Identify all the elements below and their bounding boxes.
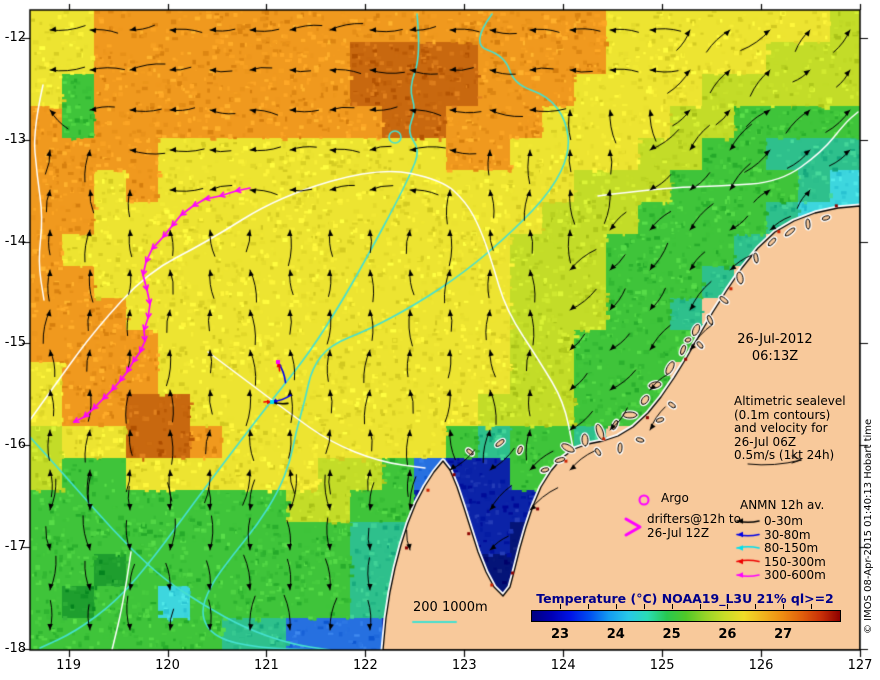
lon-tick-label: 120 — [155, 658, 180, 673]
credit-text: © IMOS 08-Apr-2015 01:40:13 Hobart time — [863, 418, 874, 634]
colorbar-tick-label: 26 — [718, 627, 737, 642]
colorbar — [531, 610, 841, 622]
colorbar-tick-label: 24 — [606, 627, 625, 642]
colorbar-minor-tick — [671, 604, 673, 609]
lon-tick-label: 127 — [847, 658, 873, 673]
lon-tick-label: 126 — [748, 658, 774, 673]
lon-tick-label: 124 — [550, 658, 576, 673]
colorbar-minor-tick — [727, 604, 729, 609]
anmn-item-label-300-600m: 300-600m — [764, 568, 826, 582]
anmn-item-label-150-300m: 150-300m — [764, 554, 826, 569]
colorbar-tick-label: 25 — [662, 627, 681, 642]
lat-tick-label: -12 — [4, 30, 26, 45]
colorbar-minor-tick — [811, 604, 813, 609]
lat-tick-label: -15 — [4, 335, 26, 351]
lon-tick-label: 125 — [649, 658, 675, 673]
isobath-scale-label: 200 1000m — [413, 600, 488, 615]
lat-tick-label: -17 — [4, 539, 26, 555]
altimetric-note-line4: 26-Jul 06Z — [734, 434, 797, 449]
anmn-item-label-80-150m: 80-150m — [764, 541, 819, 555]
lat-tick-label: -13 — [4, 131, 26, 147]
colorbar-minor-tick — [587, 604, 589, 609]
anmn-item-label-30-80m: 30-80m — [764, 527, 811, 542]
altimetric-note-line5: 0.5m/s (1kt 24h) — [734, 448, 835, 462]
anmn-legend-title: ANMN 12h av. — [740, 498, 825, 512]
anmn-item-label-0-30m: 0-30m — [764, 514, 803, 528]
argo-legend-label: Argo — [661, 491, 689, 505]
colorbar-minor-tick — [755, 604, 757, 609]
colorbar-tick-label: 27 — [774, 627, 793, 642]
sst-map-figure: 26-Jul-2012 06:13Z Altimetric sealevel (… — [0, 0, 880, 680]
lat-tick-label: -14 — [4, 233, 26, 249]
altimetric-note-line2: (0.1m contours) — [734, 407, 831, 422]
colorbar-minor-tick — [615, 604, 617, 609]
colorbar-tick-label: 23 — [550, 627, 570, 642]
colorbar-minor-tick — [643, 604, 645, 609]
lat-tick-label: -18 — [4, 640, 26, 656]
datetime-date: 26-Jul-2012 — [737, 332, 813, 347]
altimetric-note-line1: Altimetric sealevel — [734, 394, 846, 408]
colorbar-minor-tick — [783, 604, 785, 609]
altimetric-note-line3: and velocity for — [734, 421, 828, 435]
lon-tick-label: 119 — [56, 658, 81, 673]
lon-tick-label: 121 — [254, 658, 279, 673]
drifters-legend-line1: drifters@12h to — [647, 512, 741, 526]
colorbar-title: Temperature (°C) NOAA19_L3U 21% ql>=2 — [536, 591, 834, 606]
lat-tick-label: -16 — [4, 437, 26, 453]
drifters-legend-line2: 26-Jul 12Z — [647, 526, 710, 540]
datetime-time: 06:13Z — [751, 349, 799, 364]
lon-tick-label: 122 — [352, 658, 378, 673]
lon-tick-label: 123 — [451, 658, 477, 673]
colorbar-minor-tick — [699, 604, 701, 609]
colorbar-minor-tick — [560, 604, 561, 609]
